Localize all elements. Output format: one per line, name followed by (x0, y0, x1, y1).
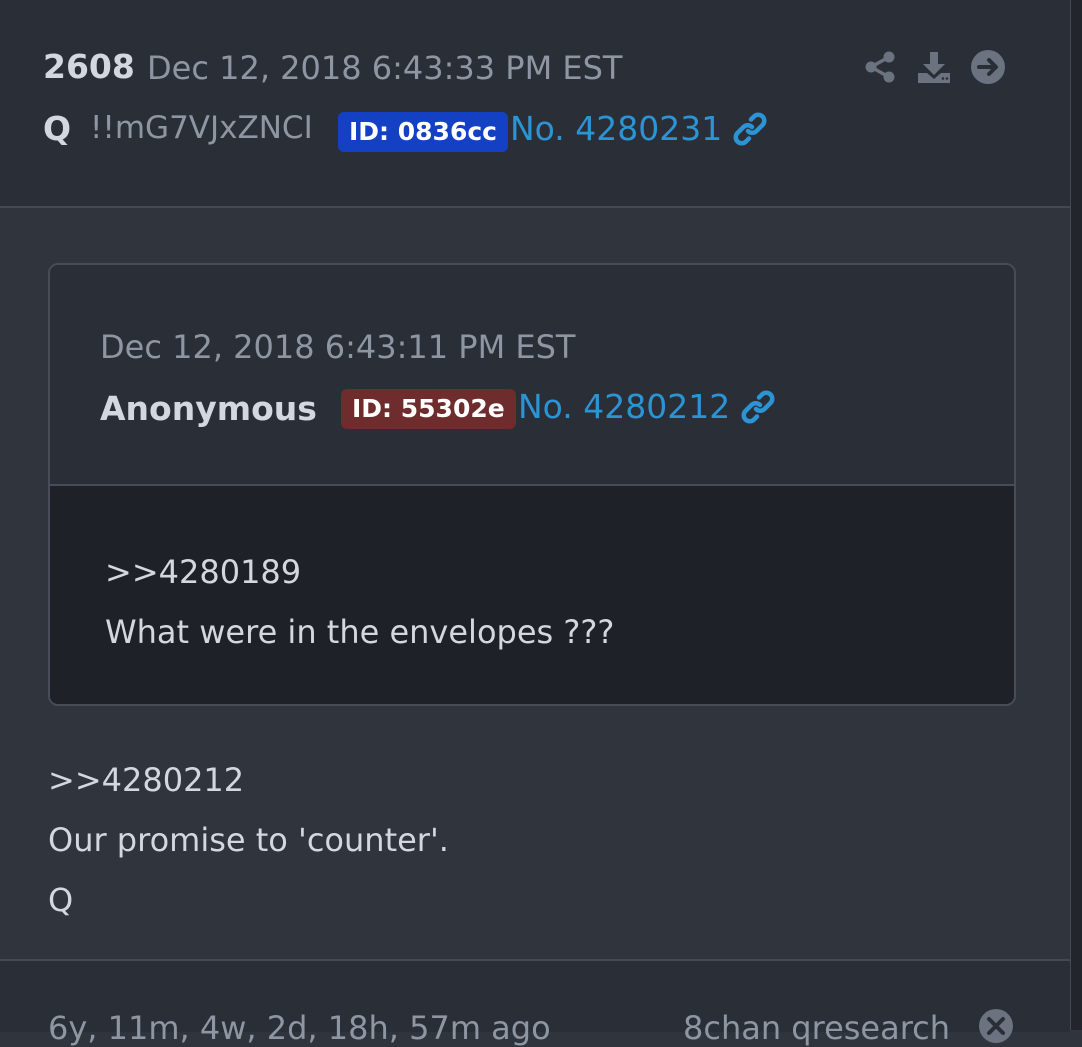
time-ago: 6y, 11m, 4w, 2d, 18h, 57m ago (48, 1009, 551, 1047)
quoted-post-header: Dec 12, 2018 6:43:11 PM EST Anonymous ID… (50, 265, 1014, 486)
reply-reference[interactable]: >>4280212 (48, 761, 244, 799)
quoted-id-badge[interactable]: ID: 55302e (341, 389, 516, 429)
post-number-link-label: No. 4280231 (510, 109, 723, 148)
quoted-post-text: What were in the envelopes ??? (105, 613, 615, 651)
quoted-post: Dec 12, 2018 6:43:11 PM EST Anonymous ID… (48, 263, 1016, 706)
post-date: Dec 12, 2018 6:43:33 PM EST (147, 49, 623, 87)
quoted-post-body: >>4280189 What were in the envelopes ??? (50, 486, 1014, 704)
quoted-post-number-link[interactable]: No. 4280212 (518, 387, 776, 426)
quoted-reply-reference[interactable]: >>4280189 (105, 553, 301, 591)
arrow-right-circle-icon[interactable] (970, 49, 1006, 85)
quoted-post-date: Dec 12, 2018 6:43:11 PM EST (100, 328, 576, 366)
post-text: Our promise to 'counter'. (48, 821, 449, 859)
link-icon (741, 390, 775, 423)
post-number: 2608 (43, 47, 135, 86)
source-link[interactable]: 8chan qresearch (683, 1009, 950, 1047)
post-header: 2608 Dec 12, 2018 6:43:33 PM EST Q !!mG7… (0, 0, 1070, 208)
id-badge[interactable]: ID: 0836cc (338, 112, 508, 152)
post-actions (862, 49, 1006, 85)
link-icon (733, 112, 767, 145)
author-name: Q (43, 109, 72, 148)
share-icon[interactable] (862, 49, 898, 85)
post-footer: 6y, 11m, 4w, 2d, 18h, 57m ago 8chan qres… (0, 959, 1070, 1047)
quoted-post-number-label: No. 4280212 (518, 387, 731, 426)
post-card: 2608 Dec 12, 2018 6:43:33 PM EST Q !!mG7… (0, 0, 1070, 1047)
quoted-post-author: Anonymous (100, 389, 317, 428)
tripcode: !!mG7VJxZNCI (90, 110, 313, 146)
post-number-link[interactable]: No. 4280231 (510, 109, 768, 148)
close-icon[interactable] (978, 1008, 1014, 1044)
download-icon[interactable] (916, 49, 952, 85)
post-signature: Q (48, 881, 74, 919)
scroll-edge (1070, 0, 1082, 1030)
